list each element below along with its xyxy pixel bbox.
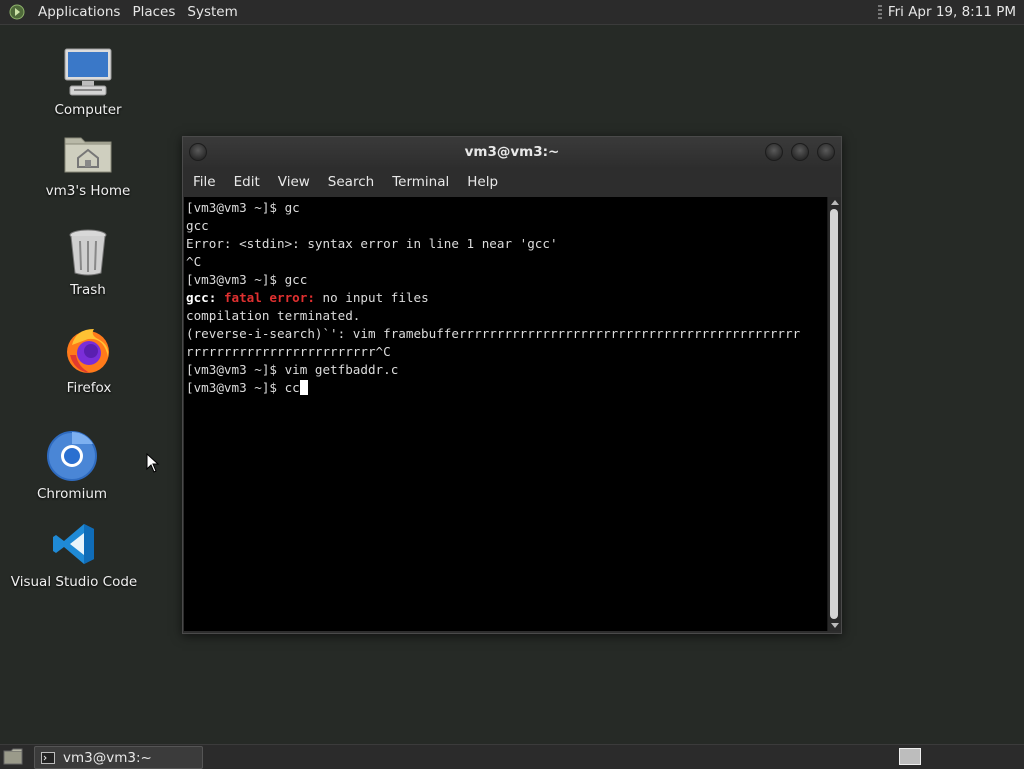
- trash-icon: [62, 226, 114, 278]
- terminal-scrollbar[interactable]: [827, 197, 841, 631]
- menu-edit[interactable]: Edit: [225, 169, 269, 195]
- window-titlebar[interactable]: vm3@vm3:~: [183, 137, 841, 167]
- desktop-icon-computer[interactable]: Computer: [28, 46, 148, 118]
- firefox-icon: [63, 324, 115, 376]
- terminal-line: gcc: fatal error: no input files: [186, 289, 827, 307]
- terminal-line: compilation terminated.: [186, 308, 361, 323]
- desktop-icon-trash[interactable]: Trash: [28, 226, 148, 298]
- terminal-line: rrrrrrrrrrrrrrrrrrrrrrrrr^C: [186, 344, 391, 359]
- desktop-icon-firefox[interactable]: Firefox: [29, 324, 149, 396]
- desktop-icon-label: Firefox: [66, 380, 112, 396]
- text-cursor: [299, 380, 308, 395]
- scroll-down-icon[interactable]: [831, 623, 839, 628]
- current-input: [vm3@vm3 ~]$ cc: [186, 380, 300, 395]
- menu-file[interactable]: File: [183, 169, 225, 195]
- menu-view[interactable]: View: [269, 169, 319, 195]
- maximize-button[interactable]: [791, 143, 809, 161]
- workspace-switcher[interactable]: [899, 748, 921, 765]
- desktop-icon-home[interactable]: vm3's Home: [28, 127, 148, 199]
- menu-search[interactable]: Search: [319, 169, 383, 195]
- computer-icon: [62, 46, 114, 98]
- terminal-line: [vm3@vm3 ~]$ vim getfbaddr.c: [186, 362, 399, 377]
- minimize-button[interactable]: [765, 143, 783, 161]
- menu-help[interactable]: Help: [458, 169, 507, 195]
- fatal-error-label: fatal error:: [223, 290, 315, 305]
- error-message: no input files: [314, 290, 429, 305]
- places-menu[interactable]: Places: [126, 0, 181, 24]
- desktop-icon-chromium[interactable]: Chromium: [12, 430, 132, 502]
- vscode-icon: [48, 518, 100, 570]
- show-desktop-icon[interactable]: [3, 748, 23, 765]
- distro-logo-icon[interactable]: [8, 3, 26, 21]
- terminal-icon: [41, 751, 55, 764]
- chromium-icon: [46, 430, 98, 482]
- scroll-thumb[interactable]: [830, 209, 838, 619]
- terminal-output[interactable]: [vm3@vm3 ~]$ gc gcc Error: <stdin>: synt…: [184, 197, 827, 631]
- close-button[interactable]: [817, 143, 835, 161]
- terminal-line: Error: <stdin>: syntax error in line 1 n…: [186, 236, 558, 251]
- terminal-line: gcc: [186, 218, 209, 233]
- home-folder-icon: [62, 127, 114, 179]
- system-menu[interactable]: System: [181, 0, 243, 24]
- menu-terminal[interactable]: Terminal: [383, 169, 458, 195]
- terminal-prompt-line: [vm3@vm3 ~]$ cc: [186, 379, 827, 397]
- terminal-line: [vm3@vm3 ~]$ gcc: [186, 272, 308, 287]
- terminal-menubar: File Edit View Search Terminal Help: [183, 169, 841, 195]
- desktop-icon-label: Trash: [70, 282, 106, 298]
- applications-menu[interactable]: Applications: [32, 0, 126, 24]
- clock[interactable]: Fri Apr 19, 8:11 PM: [886, 0, 1024, 24]
- desktop-icon-label: vm3's Home: [45, 183, 131, 199]
- desktop-icon-label: Computer: [54, 102, 122, 118]
- desktop-icon-label: Chromium: [36, 486, 108, 502]
- desktop-icon-vscode[interactable]: Visual Studio Code: [10, 518, 138, 590]
- taskbar-terminal-button[interactable]: vm3@vm3:~: [34, 746, 203, 769]
- desktop-icon-label: Visual Studio Code: [10, 574, 138, 590]
- terminal-line: [vm3@vm3 ~]$ gc: [186, 200, 300, 215]
- window-title: vm3@vm3:~: [464, 144, 560, 160]
- panel-grip: [877, 5, 882, 19]
- bottom-panel: vm3@vm3:~: [0, 744, 1024, 769]
- mouse-pointer-icon: [146, 453, 160, 473]
- gcc-prefix: gcc:: [186, 290, 217, 305]
- terminal-window[interactable]: vm3@vm3:~ File Edit View Search Terminal…: [182, 136, 842, 634]
- terminal-line: ^C: [186, 254, 202, 269]
- scroll-up-icon[interactable]: [831, 200, 839, 205]
- terminal-line: (reverse-i-search)`': vim framebufferrrr…: [186, 326, 801, 341]
- taskbar-label: vm3@vm3:~: [63, 749, 152, 766]
- top-panel: Applications Places System Fri Apr 19, 8…: [0, 0, 1024, 25]
